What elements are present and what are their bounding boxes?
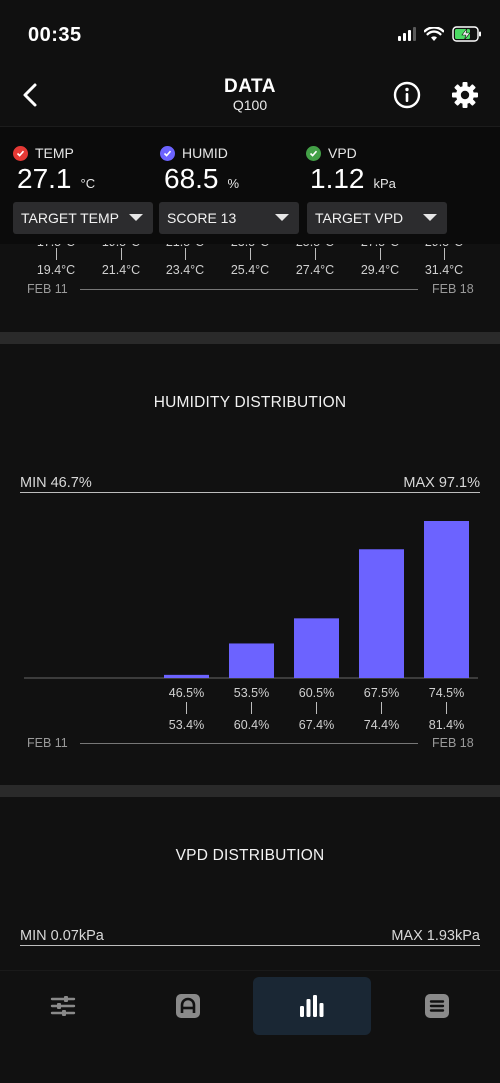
humidity-bar-chart: 46.5% 53.4% 53.5% 60.4% 60.5% 67.4% 67.5% 74.4%… xyxy=(24,521,478,732)
bin-low-label: 74.5% xyxy=(429,686,464,700)
tick-connector xyxy=(315,248,316,260)
info-icon[interactable] xyxy=(392,80,422,110)
wifi-icon xyxy=(424,26,444,41)
score-dropdown[interactable]: SCORE 13 xyxy=(159,202,299,234)
dropdown-label: TARGET TEMP xyxy=(21,210,120,226)
humidity-distribution-section: HUMIDITY DISTRIBUTION MIN 46.7% MAX 97.1… xyxy=(0,344,500,785)
signal-icon xyxy=(398,27,416,41)
gear-icon[interactable] xyxy=(450,80,480,110)
battery-charging-icon xyxy=(452,26,481,42)
section-divider xyxy=(0,785,500,797)
section-divider xyxy=(0,332,500,344)
status-icons xyxy=(398,26,482,42)
tick-connector xyxy=(56,248,57,260)
sliders-icon xyxy=(50,996,76,1016)
chart-bar xyxy=(229,643,274,678)
vpd-distribution-section: VPD DISTRIBUTION MIN 0.07kPa MAX 1.93kPa xyxy=(0,797,500,970)
metric-value: 68.5 xyxy=(164,163,219,194)
status-time: 00:35 xyxy=(28,24,82,46)
page-title: DATA xyxy=(224,76,276,97)
check-icon xyxy=(13,145,28,161)
tick-connector xyxy=(185,248,186,260)
date-end: FEB 18 xyxy=(432,282,474,296)
dropdown-label: SCORE 13 xyxy=(167,210,237,226)
metrics-panel: TEMP 27.1 °C HUMID 68.5 % VPD 1.12 kPa T… xyxy=(0,126,500,244)
bin-low-label: 60.5% xyxy=(299,686,334,700)
metric-label: VPD xyxy=(328,145,357,161)
tick-label-lower: 21.4°C xyxy=(101,263,141,277)
date-start: FEB 11 xyxy=(27,282,68,296)
nav-automation[interactable] xyxy=(129,977,247,1035)
date-range-line xyxy=(80,289,418,290)
target-temp-dropdown[interactable]: TARGET TEMP xyxy=(13,202,153,234)
date-range-line xyxy=(80,743,418,744)
metric-temp[interactable]: TEMP 27.1 °C xyxy=(13,145,95,195)
tick-connector xyxy=(121,248,122,260)
status-bar: 00:35 xyxy=(0,0,500,70)
metric-humid[interactable]: HUMID 68.5 % xyxy=(160,145,239,195)
date-end: FEB 18 xyxy=(432,736,474,750)
metric-unit: % xyxy=(227,176,240,191)
tick-label-lower: 23.4°C xyxy=(165,263,205,277)
bin-high-label: 81.4% xyxy=(429,718,464,732)
metric-vpd[interactable]: VPD 1.12 kPa xyxy=(306,145,396,195)
caret-down-icon xyxy=(275,214,289,221)
max-label: MAX 1.93kPa xyxy=(391,928,480,944)
bottom-nav xyxy=(0,970,500,1083)
caret-down-icon xyxy=(423,214,437,221)
caret-down-icon xyxy=(129,214,143,221)
target-vpd-dropdown[interactable]: TARGET VPD xyxy=(307,202,447,234)
bin-high-label: 53.4% xyxy=(169,718,204,732)
tick-connector xyxy=(444,248,445,260)
chart-bar xyxy=(359,549,404,678)
app-header: DATA Q100 xyxy=(0,70,500,126)
date-start: FEB 11 xyxy=(27,736,68,750)
metric-value: 27.1 xyxy=(17,163,72,194)
nav-data[interactable] xyxy=(253,977,371,1035)
min-label: MIN 0.07kPa xyxy=(20,928,104,944)
metric-value: 1.12 xyxy=(310,163,365,194)
tick-label-lower: 29.4°C xyxy=(360,263,400,277)
automation-icon xyxy=(176,994,200,1018)
tick-label-lower: 31.4°C xyxy=(424,263,464,277)
bin-low-label: 53.5% xyxy=(234,686,269,700)
min-max-line xyxy=(20,945,480,946)
tick-label-lower: 27.4°C xyxy=(295,263,335,277)
list-icon xyxy=(425,994,449,1018)
nav-controls[interactable] xyxy=(4,977,122,1035)
dropdown-label: TARGET VPD xyxy=(315,210,404,226)
temp-distribution-tail: 17.5°C19.4°C19.5°C21.4°C21.5°C23.4°C23.5… xyxy=(0,244,500,332)
chart-bar xyxy=(164,674,209,678)
bin-high-label: 60.4% xyxy=(234,718,269,732)
tick-connector xyxy=(250,248,251,260)
metric-unit: kPa xyxy=(373,176,396,191)
bin-high-label: 74.4% xyxy=(364,718,399,732)
tick-label-lower: 25.4°C xyxy=(230,263,270,277)
bar-chart-icon xyxy=(300,995,324,1017)
section-title: VPD DISTRIBUTION xyxy=(175,847,325,864)
bin-low-label: 46.5% xyxy=(169,686,204,700)
metric-label: TEMP xyxy=(35,145,74,161)
chart-bar xyxy=(424,521,469,678)
tick-label-lower: 19.4°C xyxy=(36,263,76,277)
check-icon xyxy=(160,145,175,161)
nav-logs[interactable] xyxy=(378,977,496,1035)
metric-label: HUMID xyxy=(182,145,228,161)
bin-low-label: 67.5% xyxy=(364,686,399,700)
metric-unit: °C xyxy=(80,176,96,191)
check-icon xyxy=(306,145,321,161)
device-name: Q100 xyxy=(232,97,268,113)
bin-high-label: 67.4% xyxy=(299,718,334,732)
tick-connector xyxy=(380,248,381,260)
chart-bar xyxy=(294,618,339,678)
